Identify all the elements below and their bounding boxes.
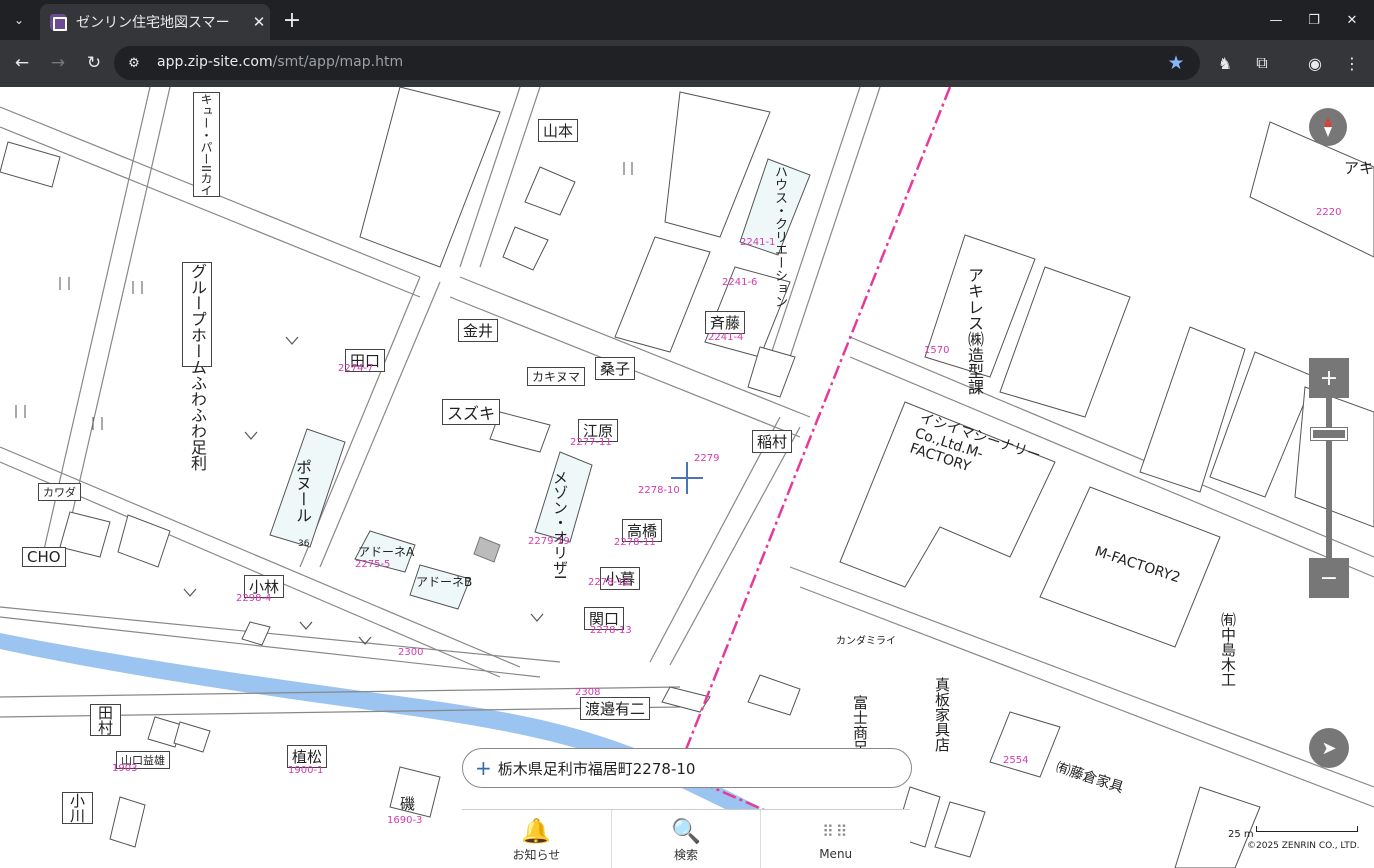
map-label-kanda: カンダミライ <box>836 636 896 647</box>
map-label-adone-b: アドーネB <box>416 575 473 589</box>
map-scale: 25 m <box>1228 822 1358 841</box>
search-icon: 🔍 <box>671 816 701 845</box>
map-label-cho: CHO <box>22 547 66 567</box>
zoom-slider-handle[interactable] <box>1311 428 1347 440</box>
compass-needle-icon <box>1324 117 1332 137</box>
map-label-nakajima: ㈲中島木工 <box>1219 612 1237 687</box>
map-label-adone-a: アドーネA <box>358 545 415 559</box>
lot-number: 2241-6 <box>722 277 758 288</box>
map-label-akiresu: アキレス㈱造型課 <box>965 267 984 395</box>
lot-number: 2275-5 <box>355 559 391 570</box>
zoom-slider-track[interactable] <box>1326 398 1332 558</box>
zoom-in-button[interactable]: + <box>1309 358 1349 398</box>
extensions-puzzle-icon[interactable]: ⧉ <box>1249 50 1275 76</box>
map-label-hausu: ハウス・クリエーション <box>772 165 787 308</box>
menu-button[interactable]: ⠿⠿ Menu <box>761 810 910 868</box>
lot-number: 36 <box>298 539 310 549</box>
reload-button[interactable]: ↻ <box>80 49 108 77</box>
lot-number: 1570 <box>924 345 950 356</box>
address-display[interactable]: + 栃木県足利市福居町2278-10 <box>462 748 912 788</box>
tab-search-button[interactable]: ⌄ <box>6 8 32 32</box>
map-center-crosshair <box>671 462 703 494</box>
map-label-maison: メゾン・オリザI <box>551 470 569 580</box>
bookmark-star-icon[interactable]: ★ <box>1164 51 1188 75</box>
close-window-button[interactable]: ✕ <box>1338 6 1366 34</box>
map-label-saito: 斉藤 <box>705 311 746 334</box>
extension-icon[interactable]: ♞ <box>1212 50 1238 76</box>
profile-icon[interactable]: ◉ <box>1302 50 1328 76</box>
address-bar[interactable]: ⚙ app.zip-site.com/smt/app/map.htm ★ <box>114 46 1200 80</box>
zenrin-favicon-icon <box>50 14 67 31</box>
copyright-text: ©2025 ZENRIN CO., LTD. <box>1247 841 1360 851</box>
address-text: 栃木県足利市福居町2278-10 <box>497 759 696 778</box>
map-label-ogawa: 小川 <box>62 792 93 824</box>
map-label-aki: アキ <box>1344 159 1374 177</box>
scale-label: 25 m <box>1228 829 1254 840</box>
lot-number: 1690-3 <box>387 815 423 826</box>
new-tab-button[interactable]: + <box>280 6 304 34</box>
tab-title: ゼンリン住宅地図スマー <box>76 15 230 31</box>
restore-button[interactable]: ❐ <box>1300 6 1328 34</box>
map-label-kyupa: キュー・パーIIカイ <box>193 92 220 198</box>
navigation-arrow-icon: ➤ <box>1321 737 1337 759</box>
lot-number: 2308 <box>575 687 601 698</box>
menu-label: お知らせ <box>512 847 561 862</box>
scale-bar <box>1256 826 1358 832</box>
map-label-kanai: 金井 <box>458 319 499 342</box>
back-button[interactable]: ← <box>8 49 36 77</box>
url-text: app.zip-site.com/smt/app/map.htm <box>157 54 404 70</box>
map-label-iso: 磯 <box>400 795 416 813</box>
map-label-suzuki: スズキ <box>442 399 501 425</box>
browser-tab-bar: ⌄ ゼンリン住宅地図スマー ✕ + — ❐ ✕ <box>0 0 1374 40</box>
map-label-watanabe: 渡邉有二 <box>580 697 651 720</box>
lot-number: 2241-1 <box>740 237 776 248</box>
current-location-button[interactable]: ➤ <box>1309 728 1349 768</box>
browser-toolbar: ← → ↻ ⚙ app.zip-site.com/smt/app/map.htm… <box>0 40 1374 87</box>
menu-label: 検索 <box>674 847 699 862</box>
map-label-group-home: グループホームふわふわ足利 <box>182 262 212 471</box>
lot-number: 2278-13 <box>590 625 632 636</box>
lot-number: 1900-1 <box>288 765 324 776</box>
map-label-inamura: 稲村 <box>752 430 793 453</box>
lot-number: 2554 <box>1003 755 1029 766</box>
map-label-kuwako: 桑子 <box>595 357 636 380</box>
lot-number: 2298-4 <box>236 593 272 604</box>
lot-number: 2274-7 <box>338 363 374 374</box>
lot-number: 2277-11 <box>570 437 612 448</box>
minimize-button[interactable]: — <box>1262 6 1290 34</box>
more-menu-icon[interactable]: ⋮ <box>1339 50 1365 76</box>
site-info-icon[interactable]: ⚙ <box>124 53 144 73</box>
map-label-kakinuma: カキヌマ <box>527 367 586 386</box>
lot-number: 2278-12 <box>588 577 630 588</box>
close-tab-icon[interactable]: ✕ <box>249 13 269 31</box>
lot-number: 2241-4 <box>708 332 744 343</box>
map-canvas[interactable]: 山本 キュー・パーIIカイ グループホームふわふわ足利 金井 田口 桑子 カキヌ… <box>0 87 1374 868</box>
map-label-yamamoto: 山本 <box>538 119 579 142</box>
forward-button[interactable]: → <box>44 49 72 77</box>
compass-button[interactable] <box>1309 108 1347 146</box>
map-label-tamura: 田村 <box>90 704 121 736</box>
map-label-kawada: カワダ <box>38 483 81 501</box>
lot-number: 2300 <box>398 647 424 658</box>
plus-icon: + <box>475 756 492 780</box>
bottom-menu: 🔔 お知らせ 🔍 検索 ⠿⠿ Menu <box>462 809 910 868</box>
lot-number: 2220 <box>1316 207 1342 218</box>
lot-number: 2279-19 <box>528 536 570 547</box>
map-label-pol: ポヌール <box>293 459 312 523</box>
zoom-out-button[interactable]: − <box>1309 558 1349 598</box>
lot-number: 1903 <box>112 763 138 774</box>
browser-tab[interactable]: ゼンリン住宅地図スマー ✕ <box>40 4 270 40</box>
map-label-makita: 真板家具店 <box>933 677 951 752</box>
menu-label: Menu <box>819 847 853 861</box>
notice-button[interactable]: 🔔 お知らせ <box>462 810 612 868</box>
grid-menu-icon: ⠿⠿ <box>821 822 850 841</box>
search-button[interactable]: 🔍 検索 <box>612 810 762 868</box>
bell-icon: 🔔 <box>521 816 552 845</box>
lot-number: 2278-11 <box>614 537 656 548</box>
